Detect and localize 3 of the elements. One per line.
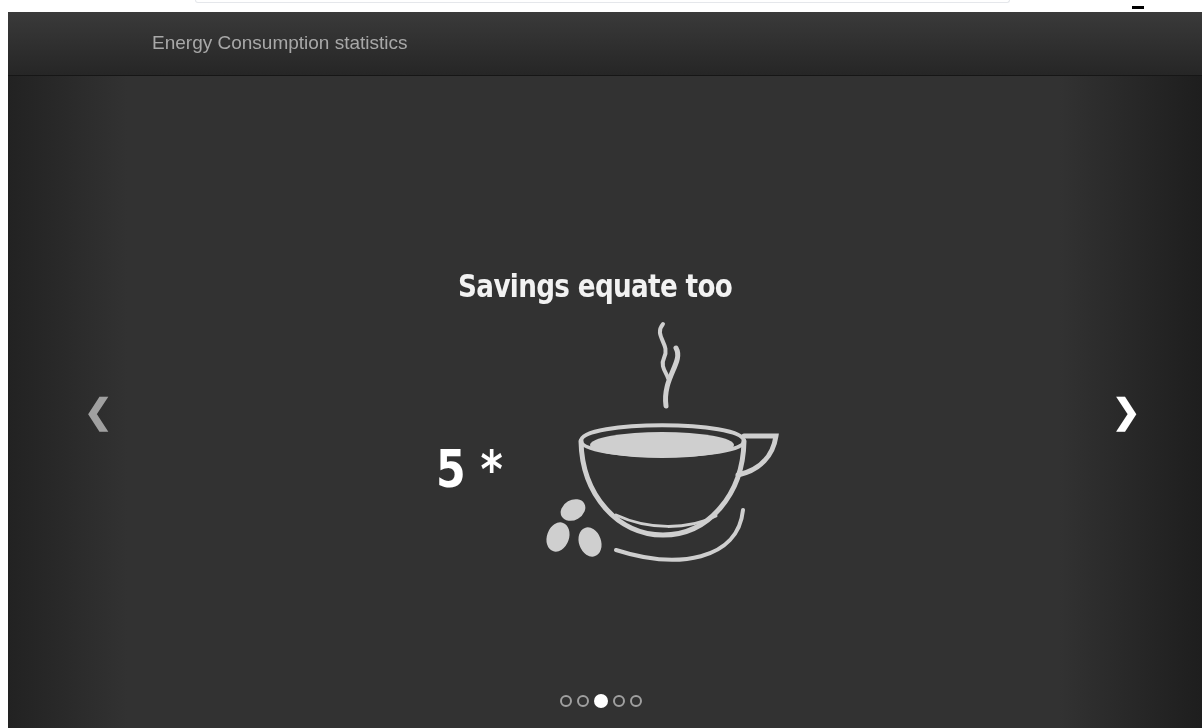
header-title: Energy Consumption statistics bbox=[152, 31, 408, 56]
savings-amount: 5 * bbox=[436, 438, 503, 501]
slide-title: Savings equate too bbox=[457, 266, 733, 307]
